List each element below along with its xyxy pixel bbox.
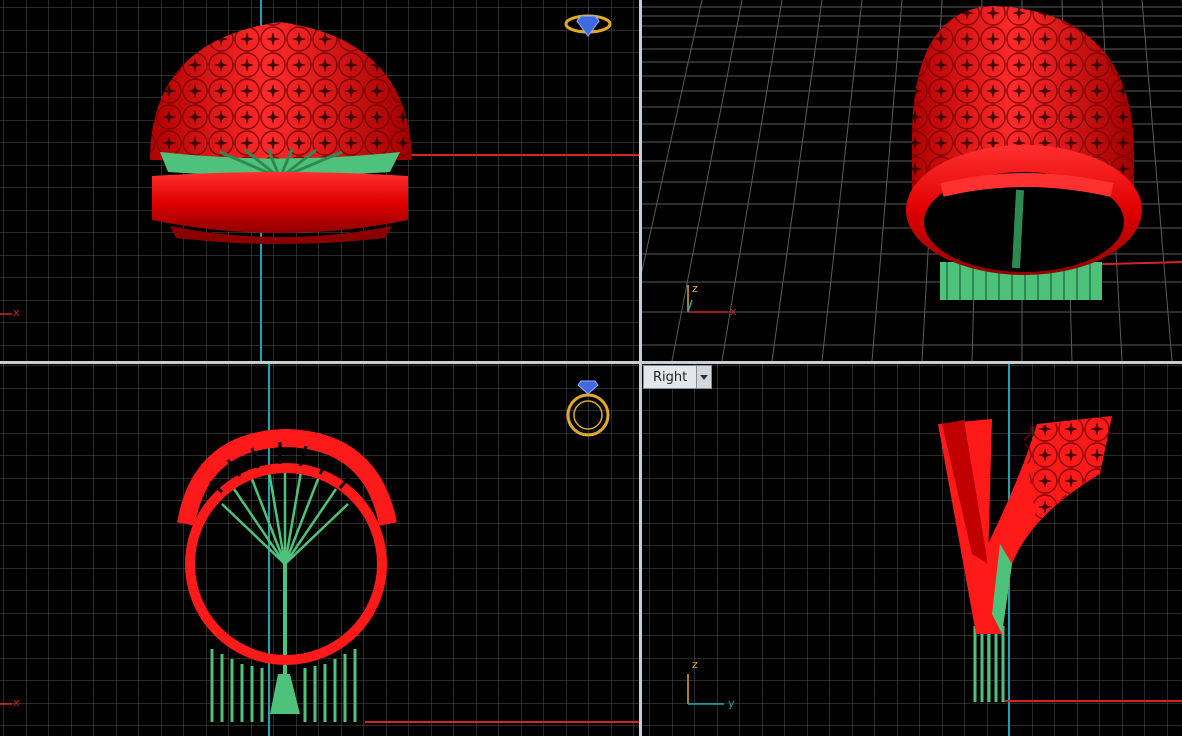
viewport-perspective[interactable]: z x — [642, 0, 1182, 361]
viewport-tab-right[interactable]: Right — [643, 365, 713, 389]
viewport-right[interactable]: z y — [642, 364, 1182, 736]
top-view-canvas — [0, 0, 639, 361]
viewport-splitter-horizontal[interactable] — [0, 361, 1182, 364]
dropdown-arrow-icon[interactable] — [696, 366, 712, 388]
y-axis-label: y — [728, 697, 735, 710]
right-view-canvas — [642, 364, 1182, 736]
x-axis-label: x — [13, 696, 20, 709]
viewport-top[interactable]: x — [0, 0, 639, 361]
z-axis-label: z — [692, 282, 698, 295]
z-axis-label: z — [692, 658, 698, 671]
perspective-view-canvas — [642, 0, 1182, 361]
viewport-tab-label: Right — [653, 370, 688, 385]
viewport-front[interactable]: x — [0, 364, 639, 736]
viewport-splitter-vertical[interactable] — [639, 0, 642, 736]
x-axis-label: x — [13, 306, 20, 319]
front-view-canvas — [0, 364, 639, 736]
x-axis-label: x — [730, 305, 737, 318]
ring-model-perspective — [906, 6, 1142, 300]
